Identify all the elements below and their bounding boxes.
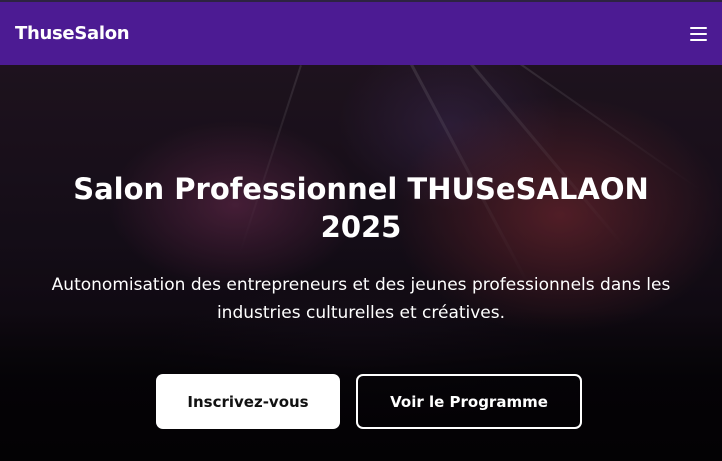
menu-line	[690, 26, 707, 29]
menu-line	[690, 32, 707, 35]
register-button[interactable]: Inscrivez-vous	[156, 374, 340, 429]
top-navbar: ThuseSalon	[0, 0, 722, 65]
hamburger-menu-icon[interactable]	[690, 24, 712, 44]
hero-content: Salon Professionnel THUSeSALAON 2025 Aut…	[0, 65, 722, 461]
brand-logo[interactable]: ThuseSalon	[15, 23, 130, 44]
hero-section: Salon Professionnel THUSeSALAON 2025 Aut…	[0, 65, 722, 461]
menu-line	[690, 38, 707, 41]
hero-title: Salon Professionnel THUSeSALAON 2025	[73, 172, 649, 244]
hero-subtitle: Autonomisation des entrepreneurs et des …	[51, 275, 671, 323]
view-program-button[interactable]: Voir le Programme	[356, 374, 582, 429]
